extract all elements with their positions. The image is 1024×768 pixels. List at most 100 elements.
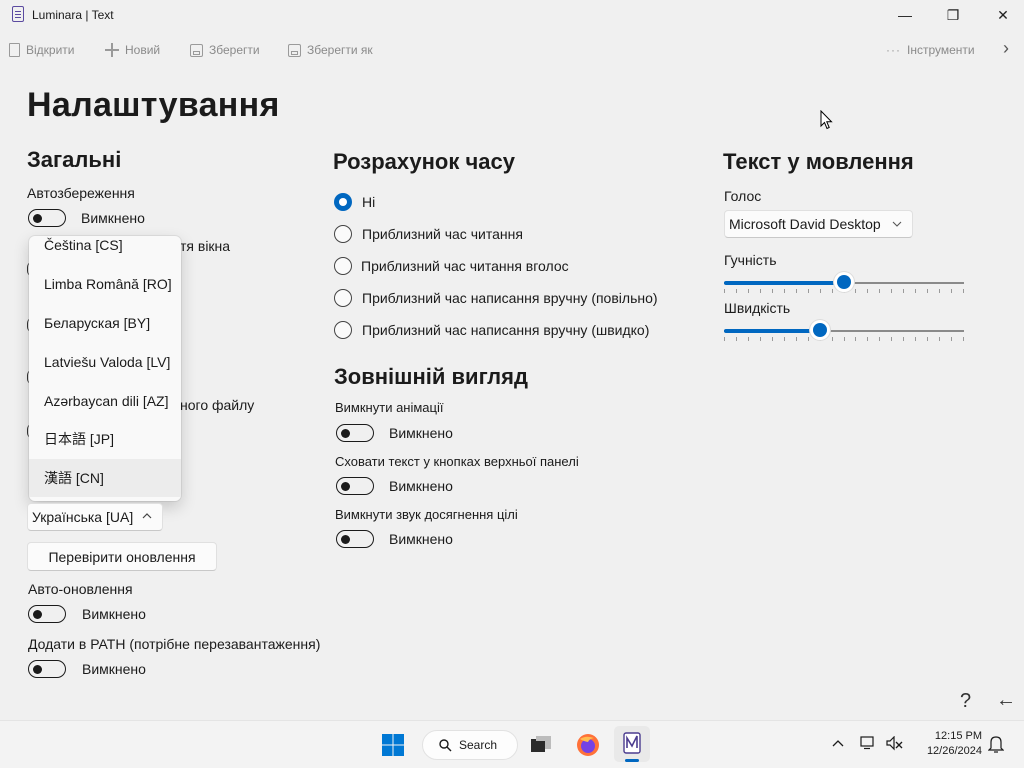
plus-icon xyxy=(105,43,119,57)
slider-tick xyxy=(855,289,856,293)
speed-label: Швидкість xyxy=(724,300,791,316)
slider-tick xyxy=(796,337,797,341)
volume-muted-icon[interactable] xyxy=(886,736,904,752)
time-calc-radio[interactable] xyxy=(334,289,352,307)
time-calc-heading: Розрахунок часу xyxy=(333,149,515,174)
taskbar-search[interactable]: Search xyxy=(422,730,518,760)
autosave-toggle[interactable] xyxy=(28,209,66,227)
open-file-icon xyxy=(9,43,20,57)
open-button[interactable]: Відкрити xyxy=(9,40,75,60)
voice-select-value: Microsoft David Desktop xyxy=(729,216,881,232)
slider-tick xyxy=(772,289,773,293)
auto-update-state: Вимкнено xyxy=(82,606,146,622)
slider-tick xyxy=(832,337,833,341)
time-calc-option-label[interactable]: Приблизний час написання вручну (повільн… xyxy=(362,290,658,306)
language-option[interactable]: Azərbaycan dili [AZ] xyxy=(29,382,181,420)
task-view-icon[interactable] xyxy=(530,735,552,755)
slider-tick xyxy=(951,337,952,341)
time-calc-option-label[interactable]: Ні xyxy=(362,194,375,210)
slider-tick xyxy=(760,337,761,341)
add-path-state: Вимкнено xyxy=(82,661,146,677)
slider-tick xyxy=(808,289,809,293)
language-option[interactable]: 漢語 [CN] xyxy=(29,459,181,497)
hidden-setting-label: ного файлу xyxy=(180,397,255,413)
network-icon[interactable] xyxy=(860,736,876,750)
minimize-button[interactable]: — xyxy=(882,0,928,30)
active-app-indicator xyxy=(625,759,639,762)
slider-tick xyxy=(784,337,785,341)
slider-tick xyxy=(963,289,964,293)
luminara-taskbar-button[interactable] xyxy=(614,726,650,762)
slider-thumb[interactable] xyxy=(810,320,830,340)
slider-tick xyxy=(784,289,785,293)
new-button[interactable]: Новий xyxy=(105,40,160,60)
slider-tick xyxy=(832,289,833,293)
tools-button[interactable]: ··· Інструменти xyxy=(886,40,975,60)
more-icon: ··· xyxy=(886,43,901,57)
auto-update-toggle[interactable] xyxy=(28,605,66,623)
disable-animations-label: Вимкнути анімації xyxy=(335,400,444,415)
slider-tick xyxy=(855,337,856,341)
maximize-button[interactable]: ❐ xyxy=(930,0,976,30)
back-arrow-icon[interactable]: ← xyxy=(996,689,1016,712)
volume-label: Гучність xyxy=(724,252,777,268)
slider-tick xyxy=(903,289,904,293)
speed-slider[interactable] xyxy=(724,319,964,343)
volume-slider[interactable] xyxy=(724,271,964,295)
toolbar-next-icon[interactable]: › xyxy=(1003,38,1009,59)
language-select-value: Українська [UA] xyxy=(32,509,134,525)
disable-goal-sound-toggle[interactable] xyxy=(336,530,374,548)
slider-tick xyxy=(879,289,880,293)
disable-animations-toggle[interactable] xyxy=(336,424,374,442)
add-path-toggle[interactable] xyxy=(28,660,66,678)
time-calc-radio[interactable] xyxy=(334,193,352,211)
language-option[interactable]: 日本語 [JP] xyxy=(29,420,181,458)
firefox-icon[interactable] xyxy=(576,733,600,757)
taskbar-clock[interactable]: 12:15 PM 12/26/2024 xyxy=(916,729,982,759)
slider-tick xyxy=(891,337,892,341)
slider-tick xyxy=(796,289,797,293)
slider-fill xyxy=(724,329,820,333)
windows-start-icon[interactable] xyxy=(381,733,405,757)
save-button-label: Зберегти xyxy=(209,43,260,57)
slider-thumb[interactable] xyxy=(834,272,854,292)
time-calc-radio[interactable] xyxy=(334,321,352,339)
time-calc-option-label[interactable]: Приблизний час читання вголос xyxy=(361,258,569,274)
notification-bell-icon[interactable] xyxy=(988,735,1004,753)
time-calc-radio[interactable] xyxy=(334,225,352,243)
slider-tick xyxy=(915,337,916,341)
voice-select[interactable]: Microsoft David Desktop xyxy=(724,210,913,238)
slider-tick xyxy=(939,289,940,293)
slider-tick xyxy=(891,289,892,293)
slider-tick xyxy=(772,337,773,341)
time-calc-option-label[interactable]: Приблизний час читання xyxy=(362,226,523,242)
slider-tick xyxy=(867,337,868,341)
language-option[interactable]: Latviešu Valoda [LV] xyxy=(29,343,181,381)
save-as-button[interactable]: Зберегти як xyxy=(288,40,373,60)
new-button-label: Новий xyxy=(125,43,161,57)
page-title: Налаштування xyxy=(27,86,280,124)
slider-tick xyxy=(903,337,904,341)
language-dropdown-list[interactable]: Čeština [CS] Limba Română [RO] Беларуска… xyxy=(29,236,181,501)
clock-time: 12:15 PM xyxy=(934,730,982,742)
autosave-label: Автозбереження xyxy=(27,185,135,201)
help-icon[interactable]: ? xyxy=(960,690,971,713)
voice-label: Голос xyxy=(724,188,762,204)
hide-toolbar-text-toggle[interactable] xyxy=(336,477,374,495)
slider-tick xyxy=(879,337,880,341)
language-option[interactable]: Беларуская [BY] xyxy=(29,304,181,342)
slider-tick xyxy=(963,337,964,341)
language-option[interactable]: Čeština [CS] xyxy=(29,236,181,264)
time-calc-radio[interactable] xyxy=(334,257,352,275)
check-updates-button[interactable]: Перевірити оновлення xyxy=(27,542,217,571)
title-bar: Luminara | Text — ❐ ✕ xyxy=(0,0,1024,30)
chevron-up-icon[interactable] xyxy=(832,739,844,747)
slider-tick xyxy=(820,289,821,293)
close-button[interactable]: ✕ xyxy=(980,0,1024,30)
disable-goal-sound-label: Вимкнути звук досягнення цілі xyxy=(335,507,518,522)
time-calc-option-label[interactable]: Приблизний час написання вручну (швидко) xyxy=(362,322,649,338)
language-option[interactable]: Limba Română [RO] xyxy=(29,265,181,303)
hidden-setting-label: тя вікна xyxy=(180,238,231,254)
save-icon xyxy=(190,43,203,57)
save-button[interactable]: Зберегти xyxy=(190,40,260,60)
